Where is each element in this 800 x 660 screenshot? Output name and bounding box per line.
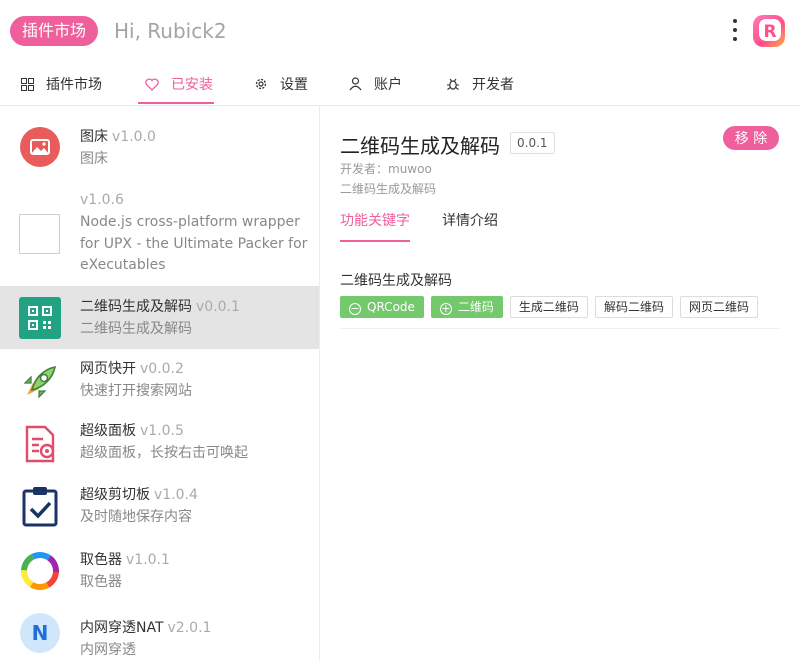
plugin-detail-panel: 二维码生成及解码 0.0.1 移 除 开发者：muwoo 二维码生成及解码 功能… [320, 106, 800, 660]
image-icon [20, 127, 60, 167]
plugin-version: v0.0.2 [140, 361, 184, 377]
keyword-tag[interactable]: − QRCode [340, 296, 424, 318]
plugin-name: 内网穿透NAT [80, 620, 164, 636]
plugin-name: 取色器 [80, 552, 122, 568]
plus-circle-icon: + [439, 302, 452, 315]
plugin-name: 超级面板 [80, 423, 136, 439]
plugin-name: 图床 [80, 129, 108, 145]
detail-description: 二维码生成及解码 [340, 182, 437, 196]
menu-item-account[interactable]: 账户 [349, 62, 402, 106]
plugin-desc: 超级面板，长按右击可唤起 [80, 445, 248, 461]
plugin-version: v1.0.6 [80, 192, 124, 208]
detail-developer: 开发者：muwoo [340, 160, 432, 177]
keyword-tag[interactable]: 网页二维码 [679, 296, 758, 318]
plugin-desc: 及时随地保存内容 [80, 509, 192, 525]
panel-icon [25, 425, 55, 463]
top-bar: 插件市场 R [0, 0, 800, 62]
plugin-version: v1.0.4 [154, 487, 198, 503]
remove-plugin-button[interactable]: 移 除 [723, 126, 779, 150]
broken-image-icon [19, 214, 60, 254]
detail-divider [340, 328, 780, 329]
minus-circle-icon: − [349, 302, 361, 315]
logo-letter: R [763, 22, 776, 42]
plugin-item-web-open[interactable]: 网页快开 v0.0.2 快速打开搜索网站 [0, 349, 319, 411]
menu-item-label: 账户 [374, 77, 402, 93]
developer-name: muwoo [388, 162, 432, 176]
keyword-tag[interactable]: + 二维码 [430, 296, 503, 318]
plugin-desc: 快速打开搜索网站 [80, 383, 192, 399]
search-input[interactable] [114, 16, 534, 46]
keyword-tag[interactable]: 生成二维码 [509, 296, 588, 318]
installed-plugin-list: 图床 v1.0.0 图床 v1.0.6 Node.js cross-platfor… [0, 106, 320, 660]
plugin-version: v1.0.0 [112, 129, 156, 145]
clipboard-icon [22, 487, 58, 527]
plugin-item-super-panel[interactable]: 超级面板 v1.0.5 超级面板，长按右击可唤起 [0, 411, 319, 473]
plugin-name: 超级剪切板 [80, 487, 150, 503]
tab-keywords[interactable]: 功能关键字 [340, 210, 410, 230]
gear-icon [255, 78, 267, 90]
menu-item-label: 开发者 [472, 77, 514, 93]
plugin-version: v0.0.1 [196, 299, 240, 315]
plugin-desc: 图床 [80, 151, 108, 167]
user-icon [349, 77, 362, 91]
bug-icon [447, 78, 459, 90]
color-ring-icon [21, 552, 59, 590]
heart-icon [145, 77, 159, 91]
nav-menu: 插件市场 已安装 设置 账户 开发者 [0, 62, 800, 106]
plugin-item-nat[interactable]: N 内网穿透NAT v2.0.1 内网穿透 [0, 600, 319, 660]
plugin-desc: 取色器 [80, 574, 122, 590]
detail-title: 二维码生成及解码 [340, 134, 500, 158]
plugin-item-super-clipboard[interactable]: 超级剪切板 v1.0.4 及时随地保存内容 [0, 473, 319, 537]
plugin-name: 网页快开 [80, 361, 136, 377]
grid-icon [21, 77, 34, 91]
rubick-logo-icon[interactable]: R [751, 13, 787, 49]
developer-label: 开发者： [340, 162, 389, 176]
menu-item-label: 已安装 [171, 77, 213, 93]
menu-item-market[interactable]: 插件市场 [21, 62, 102, 106]
qrcode-icon [19, 297, 61, 339]
plugin-desc: 内网穿透 [80, 642, 136, 658]
svg-text:N: N [32, 621, 49, 645]
menu-active-indicator [138, 102, 214, 104]
menu-item-label: 插件市场 [46, 77, 102, 93]
keyword-list: − QRCode + 二维码 生成二维码 解码二维码 网页二维码 [340, 296, 765, 318]
more-menu-button[interactable] [728, 16, 742, 44]
menu-item-installed[interactable]: 已安装 [145, 62, 213, 106]
plugin-version: v2.0.1 [167, 620, 212, 636]
plugin-item-color-picker[interactable]: 取色器 v1.0.1 取色器 [0, 537, 319, 600]
tab-active-indicator [340, 240, 410, 242]
nat-icon: N [20, 613, 60, 653]
plugin-version: v1.0.5 [140, 423, 184, 439]
plugin-version: v1.0.1 [126, 552, 170, 568]
plugin-item-image-host[interactable]: 图床 v1.0.0 图床 [0, 106, 319, 186]
menu-item-developer[interactable]: 开发者 [446, 62, 514, 106]
search-mode-tag[interactable]: 插件市场 [10, 16, 99, 46]
menu-item-settings[interactable]: 设置 [254, 62, 308, 106]
plugin-item-qrcode[interactable]: 二维码生成及解码 v0.0.1 二维码生成及解码 [0, 286, 319, 349]
plugin-desc: 二维码生成及解码 [80, 321, 192, 337]
plugin-name: 二维码生成及解码 [80, 299, 192, 315]
rocket-icon [23, 365, 57, 399]
tab-details[interactable]: 详情介绍 [442, 210, 498, 230]
menu-item-label: 设置 [280, 77, 308, 93]
keyword-tag[interactable]: 解码二维码 [594, 296, 673, 318]
plugin-desc: Node.js cross-platform wrapper for UPX -… [80, 214, 308, 273]
keyword-section-title: 二维码生成及解码 [340, 273, 452, 289]
detail-version-badge: 0.0.1 [510, 132, 555, 154]
